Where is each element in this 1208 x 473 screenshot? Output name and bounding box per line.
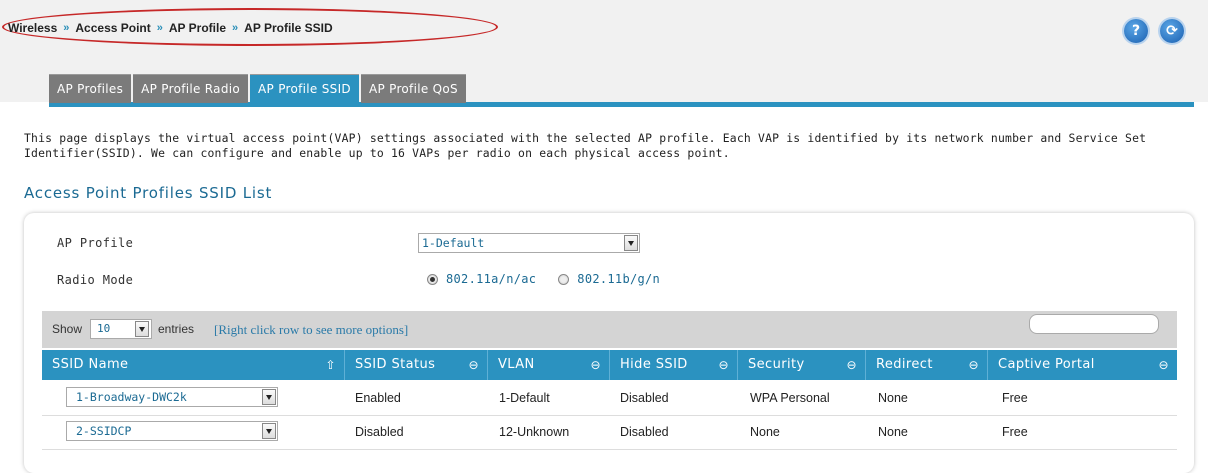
cell-vlan: 12-Unknown	[499, 425, 570, 439]
column-header-label: Redirect	[876, 357, 933, 372]
sort-icon[interactable]: ⊖	[591, 350, 601, 380]
sort-ascending-icon[interactable]: ⇧	[326, 350, 336, 380]
tab-ap-profile-ssid[interactable]: AP Profile SSID	[250, 74, 359, 103]
radio-80211bgn[interactable]	[558, 273, 570, 285]
column-header-captive-portal[interactable]: Captive Portal ⊖	[988, 350, 1177, 380]
radio-mode-group: 802.11a/n/ac 802.11b/g/n	[427, 272, 674, 286]
sort-icon[interactable]: ⊖	[969, 350, 979, 380]
entries-length-select[interactable]: 10	[90, 319, 152, 339]
ssid-select-value: 1-Broadway-DWC2k	[76, 390, 187, 404]
cell-security: None	[750, 425, 780, 439]
column-header-label: VLAN	[498, 357, 535, 372]
tab-ap-profiles[interactable]: AP Profiles	[49, 74, 132, 103]
sort-icon[interactable]: ⊖	[469, 350, 479, 380]
cell-redirect: None	[878, 391, 908, 405]
cell-redirect: None	[878, 425, 908, 439]
breadcrumb-item-ap-profile[interactable]: AP Profile	[169, 21, 226, 35]
cell-ssid-status: Enabled	[355, 391, 401, 405]
column-header-hide-ssid[interactable]: Hide SSID ⊖	[610, 350, 738, 380]
column-header-label: Security	[748, 357, 805, 372]
column-header-ssid-status[interactable]: SSID Status ⊖	[345, 350, 488, 380]
column-header-label: SSID Name	[52, 357, 129, 372]
breadcrumb-item-wireless[interactable]: Wireless	[8, 21, 57, 35]
sort-icon[interactable]: ⊖	[1159, 350, 1169, 380]
entries-label: entries	[158, 322, 195, 336]
radio-80211bgn-label[interactable]: 802.11b/g/n	[577, 272, 660, 286]
cell-vlan: 1-Default	[499, 391, 550, 405]
help-icon[interactable]: ?	[1124, 19, 1148, 43]
cell-captive-portal: Free	[1002, 425, 1028, 439]
show-label: Show	[52, 322, 83, 336]
ap-profile-label: AP Profile	[57, 236, 134, 250]
radio-mode-label: Radio Mode	[57, 273, 134, 287]
ssid-select[interactable]: 2-SSIDCP	[66, 421, 278, 441]
sort-icon[interactable]: ⊖	[847, 350, 857, 380]
table-row[interactable]: 2-SSIDCP Disabled 12-Unknown Disabled No…	[42, 416, 1177, 450]
tab-ap-profile-qos[interactable]: AP Profile QoS	[360, 74, 466, 103]
right-click-hint: [Right click row to see more options]	[214, 322, 409, 337]
section-title: Access Point Profiles SSID List	[24, 184, 273, 202]
breadcrumb: Wireless » Access Point » AP Profile » A…	[8, 21, 333, 35]
column-header-ssid-name[interactable]: SSID Name ⇧	[42, 350, 345, 380]
breadcrumb-separator: »	[156, 22, 163, 34]
cell-hide-ssid: Disabled	[620, 391, 669, 405]
cell-captive-portal: Free	[1002, 391, 1028, 405]
chevron-down-icon[interactable]	[262, 423, 276, 439]
breadcrumb-item-access-point[interactable]: Access Point	[75, 21, 150, 35]
ap-profile-select-value: 1-Default	[422, 236, 485, 250]
column-header-label: Hide SSID	[620, 357, 688, 372]
breadcrumb-separator: »	[63, 22, 70, 34]
radio-80211anac-label[interactable]: 802.11a/n/ac	[446, 272, 536, 286]
cell-hide-ssid: Disabled	[620, 425, 669, 439]
column-header-label: Captive Portal	[998, 357, 1095, 372]
ssid-select-value: 2-SSIDCP	[76, 424, 132, 438]
table-toolbar: Show 10 entries [Right click row to see …	[42, 311, 1177, 348]
column-header-label: SSID Status	[355, 357, 436, 372]
entries-length-value: 10	[97, 322, 111, 335]
ssid-select[interactable]: 1-Broadway-DWC2k	[66, 387, 278, 407]
tab-ap-profile-radio[interactable]: AP Profile Radio	[133, 74, 249, 103]
table-search-input[interactable]	[1029, 314, 1159, 334]
cell-ssid-status: Disabled	[355, 425, 404, 439]
tab-bar: AP Profiles AP Profile Radio AP Profile …	[49, 74, 466, 103]
chevron-down-icon[interactable]	[624, 235, 638, 251]
cell-security: WPA Personal	[750, 391, 830, 405]
sort-icon[interactable]: ⊖	[719, 350, 729, 380]
page-description: This page displays the virtual access po…	[24, 131, 1147, 160]
chevron-down-icon[interactable]	[135, 321, 149, 337]
table-row[interactable]: 1-Broadway-DWC2k Enabled 1-Default Disab…	[42, 382, 1177, 416]
radio-80211anac[interactable]	[427, 273, 438, 285]
refresh-icon[interactable]: ⟳	[1160, 19, 1184, 43]
table-header: SSID Name ⇧ SSID Status ⊖ VLAN ⊖ Hide SS…	[42, 350, 1177, 380]
column-header-vlan[interactable]: VLAN ⊖	[488, 350, 610, 380]
chevron-down-icon[interactable]	[262, 389, 276, 405]
breadcrumb-item-ap-profile-ssid: AP Profile SSID	[244, 21, 333, 35]
column-header-redirect[interactable]: Redirect ⊖	[866, 350, 988, 380]
ap-profile-select[interactable]: 1-Default	[418, 233, 640, 253]
column-header-security[interactable]: Security ⊖	[738, 350, 866, 380]
breadcrumb-separator: »	[232, 22, 239, 34]
